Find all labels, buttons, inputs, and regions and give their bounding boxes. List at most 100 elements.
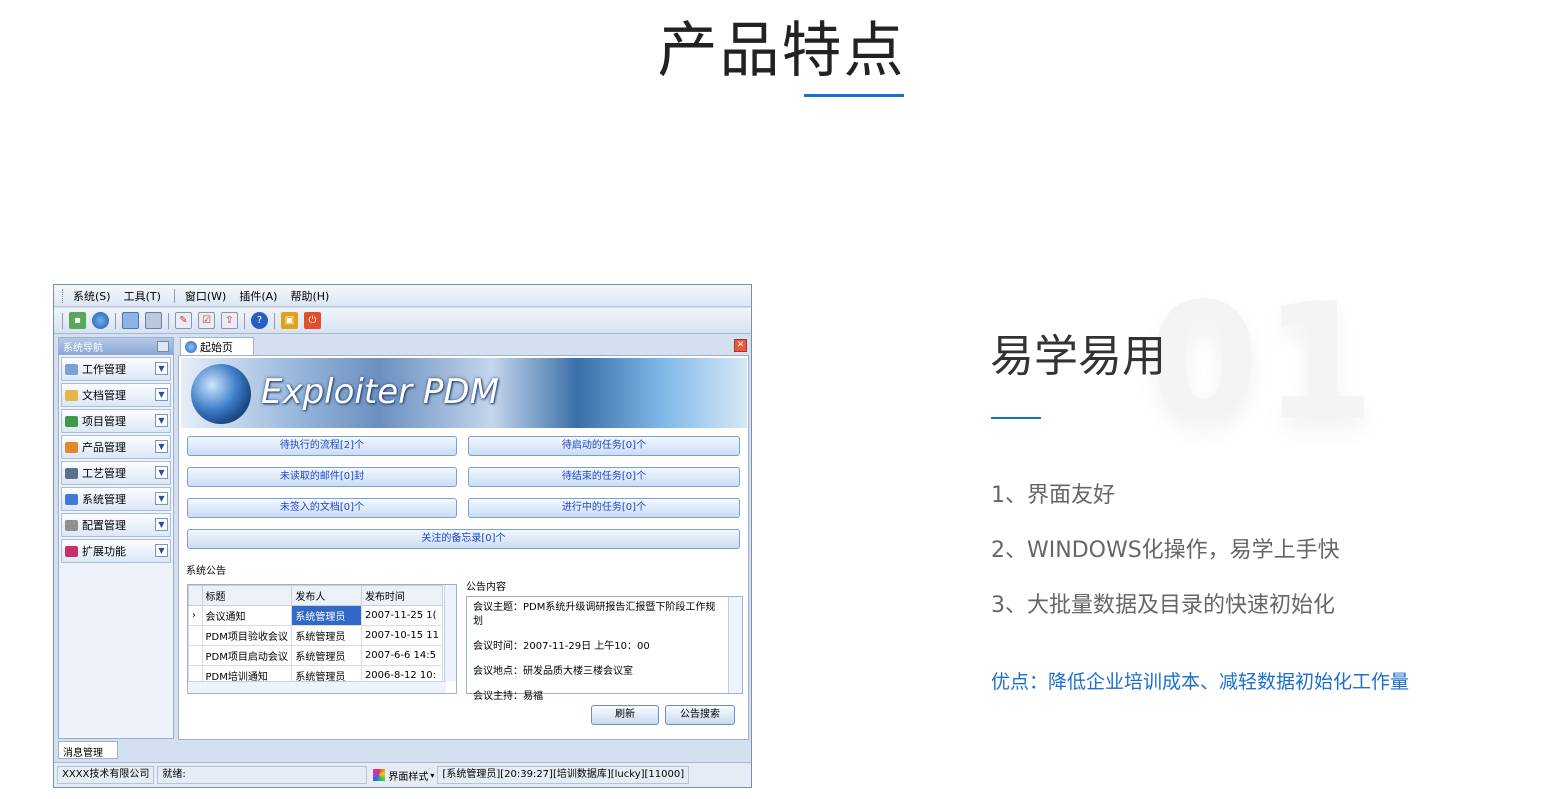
checklist-icon[interactable]: ☑ (198, 312, 215, 329)
unread-mail-link[interactable]: 未读取的邮件[0]封 (187, 467, 457, 487)
in-progress-link[interactable]: 进行中的任务[0]个 (468, 498, 740, 518)
close-icon[interactable]: ✕ (734, 339, 747, 352)
chevron-down-icon[interactable]: ▼ (155, 414, 168, 427)
table-row[interactable]: PDM项目验收会议 系统管理员 2007-10-15 11 (188, 625, 444, 646)
tab-message-management[interactable]: 消息管理 (58, 741, 118, 759)
menu-grip (62, 288, 65, 303)
chevron-down-icon[interactable]: ▼ (155, 388, 168, 401)
table-cell: 2007-10-15 11 (360, 625, 444, 646)
sidebar-item-label: 文档管理 (82, 389, 126, 402)
window-icon[interactable] (122, 312, 139, 329)
sidebar-item-label: 工艺管理 (82, 467, 126, 480)
pending-flow-link[interactable]: 待执行的流程[2]个 (187, 436, 457, 456)
config-icon (65, 519, 78, 531)
process-icon (65, 467, 78, 479)
menu-window[interactable]: 窗口(W) (185, 288, 226, 304)
status-state: 就绪: (157, 766, 368, 784)
banner: Exploiter PDM (181, 358, 747, 428)
new-icon[interactable]: ▪ (69, 312, 86, 329)
notice-label: 公告内容 (466, 582, 506, 593)
sidebar-item-projects[interactable]: 项目管理 ▼ (61, 409, 171, 433)
page: 产品特点 系统(S) 工具(T) 窗口(W) 插件(A) 帮助(H) ▪ ✎ ☑… (0, 0, 1563, 799)
table-cell: 系统管理员 (291, 605, 362, 626)
table-cell: 系统管理员 (291, 645, 362, 666)
page-title: 产品特点 (657, 16, 906, 86)
menu-system[interactable]: 系统(S) (73, 288, 111, 304)
notice-line: 会议主题：PDM系统升级调研报告汇报暨下阶段工作规划 (473, 602, 716, 627)
table-row[interactable]: › 会议通知 系统管理员 2007-11-25 1( (188, 605, 444, 626)
column-header[interactable]: 发布人 (291, 585, 362, 606)
power-icon[interactable]: ⏻ (304, 312, 321, 329)
notice-panel: 公告内容 会议主题：PDM系统升级调研报告汇报暨下阶段工作规划 会议时间：200… (466, 578, 743, 702)
row-indicator-header (188, 585, 203, 606)
sidebar-item-label: 系统管理 (82, 493, 126, 506)
globe-icon (185, 340, 197, 353)
sidebar-item-work[interactable]: 工作管理 ▼ (61, 357, 171, 381)
title-underline (804, 94, 904, 97)
status-bar: XXXX技术有限公司 就绪: 界面样式 ▾ [系统管理员][20:39:27][… (54, 762, 751, 787)
announcements-label: 系统公告 (186, 566, 226, 577)
announcement-search-button[interactable]: 公告搜索 (665, 705, 735, 725)
ui-style-dropdown[interactable]: 界面样式 (388, 768, 428, 783)
chevron-down-icon[interactable]: ▼ (155, 544, 168, 557)
table-cell: PDM项目验收会议 (201, 625, 293, 646)
globe-logo (191, 364, 251, 424)
row-indicator-icon: › (188, 605, 203, 626)
feature-item: 2、WINDOWS化操作，易学上手快 (991, 538, 1340, 563)
menu-plugin[interactable]: 插件(A) (239, 288, 277, 304)
pending-finish-link[interactable]: 待结束的任务[0]个 (468, 467, 740, 487)
edit-icon[interactable]: ✎ (175, 312, 192, 329)
sidebar-item-extensions[interactable]: 扩展功能 ▼ (61, 539, 171, 563)
pending-start-link[interactable]: 待启动的任务[0]个 (468, 436, 740, 456)
chevron-down-icon[interactable]: ▼ (155, 466, 168, 479)
sidebar-item-products[interactable]: 产品管理 ▼ (61, 435, 171, 459)
menu-tools[interactable]: 工具(T) (124, 288, 161, 304)
table-row[interactable]: PDM项目启动会议 系统管理员 2007-6-6 14:5 (188, 645, 444, 666)
vertical-scrollbar[interactable] (444, 585, 456, 681)
chevron-down-icon[interactable]: ▼ (155, 492, 168, 505)
unsigned-docs-link[interactable]: 未签入的文档[0]个 (187, 498, 457, 518)
sidebar-item-documents[interactable]: 文档管理 ▼ (61, 383, 171, 407)
chevron-down-icon[interactable]: ▼ (155, 518, 168, 531)
navigation-header: 系统导航 (59, 338, 173, 355)
palette-icon[interactable] (373, 769, 386, 781)
list-icon[interactable] (145, 312, 162, 329)
feature-item: 1、界面友好 (991, 483, 1115, 508)
pin-icon[interactable] (157, 341, 169, 352)
memo-link[interactable]: 关注的备忘录[0]个 (187, 529, 740, 549)
session-info: [系统管理员][20:39:27][培训数据库][lucky][11000] (437, 766, 690, 784)
app-window: 系统(S) 工具(T) 窗口(W) 插件(A) 帮助(H) ▪ ✎ ☑ ⇪ ? … (53, 284, 752, 788)
feature-underline (991, 417, 1041, 419)
toolbar-separator (115, 312, 116, 329)
globe-icon[interactable] (92, 312, 109, 329)
export-icon[interactable]: ⇪ (221, 312, 238, 329)
sidebar-item-config[interactable]: 配置管理 ▼ (61, 513, 171, 537)
feature-item: 3、大批量数据及目录的快速初始化 (991, 593, 1335, 618)
chevron-down-icon[interactable]: ▾ (430, 771, 434, 780)
toolbar: ▪ ✎ ☑ ⇪ ? ▣ ⏻ (54, 308, 751, 334)
feature-title: 易学易用 (990, 331, 1166, 382)
tab-strip: 起始页 ✕ (178, 335, 750, 355)
sidebar-item-system[interactable]: 系统管理 ▼ (61, 487, 171, 511)
horizontal-scrollbar[interactable] (188, 681, 446, 693)
column-header[interactable]: 标题 (201, 585, 293, 606)
system-icon (65, 493, 78, 505)
row-indicator (188, 625, 203, 646)
sidebar-item-process[interactable]: 工艺管理 ▼ (61, 461, 171, 485)
tab-start-page[interactable]: 起始页 (180, 337, 254, 355)
toolbar-separator (168, 312, 169, 329)
sidebar-item-label: 配置管理 (82, 519, 126, 532)
sidebar-item-label: 项目管理 (82, 415, 126, 428)
notice-line: 会议主持：易福 (473, 691, 543, 702)
chevron-down-icon[interactable]: ▼ (155, 362, 168, 375)
chevron-down-icon[interactable]: ▼ (155, 440, 168, 453)
toolbar-grip (62, 312, 63, 329)
product-icon (65, 441, 78, 453)
column-header[interactable]: 发布时间 (360, 585, 444, 606)
help-icon[interactable]: ? (251, 312, 268, 329)
lock-icon[interactable]: ▣ (281, 312, 298, 329)
menu-help[interactable]: 帮助(H) (290, 288, 329, 304)
vertical-scrollbar[interactable] (728, 597, 742, 693)
folder-icon (65, 389, 78, 401)
refresh-button[interactable]: 刷新 (591, 705, 659, 725)
